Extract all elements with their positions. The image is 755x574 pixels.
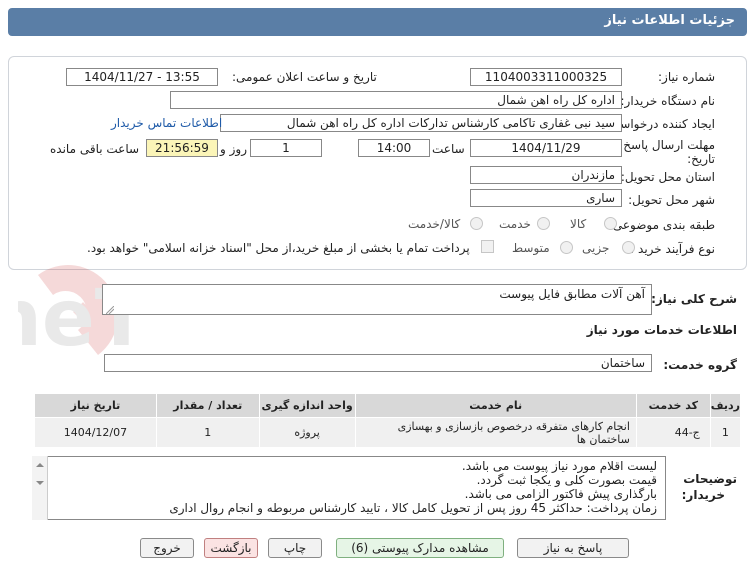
service-group-field: ساختمان <box>104 354 652 372</box>
column-header-date: تاریخ نیاز <box>34 393 157 418</box>
back-button[interactable]: بازگشت <box>204 538 258 558</box>
category-service-label: خدمت <box>499 217 531 231</box>
days-remaining-field: 1 <box>250 139 322 157</box>
need-info-panel <box>8 56 747 270</box>
column-header-code: کد خدمت <box>635 393 711 418</box>
city-label: شهر محل تحویل: <box>628 193 715 207</box>
cell-service-name: انجام کارهای متفرقه درخصوص بازسازی و بهس… <box>354 417 637 448</box>
cell-quantity: 1 <box>155 417 260 448</box>
summary-label: شرح کلی نیاز: <box>651 292 737 306</box>
need-number-label: شماره نیاز: <box>658 70 715 84</box>
buyer-notes-scrollbar[interactable] <box>32 456 48 520</box>
buyer-notes-field[interactable]: لیست اقلام مورد نیاز پیوست می باشد. قیمت… <box>32 456 666 520</box>
service-group-label: گروه خدمت: <box>663 358 737 372</box>
buyer-notes-label-2: خریدار: <box>681 488 725 502</box>
remaining-time-field: 21:56:59 <box>146 139 218 157</box>
category-service-radio[interactable] <box>537 217 550 230</box>
column-header-name: نام خدمت <box>354 393 637 418</box>
buyer-note-line: قیمت بصورت کلی و یکجا ثبت گردد. <box>476 473 657 487</box>
cell-row-number: 1 <box>709 417 742 448</box>
purchase-type-label: نوع فرآیند خرید : <box>630 242 715 256</box>
purchase-minor-label: جزیی <box>582 241 610 255</box>
remaining-label: ساعت باقی مانده <box>50 142 140 156</box>
category-label: طبقه بندی موضوعی: <box>608 218 715 232</box>
deadline-time-field: 14:00 <box>358 139 430 157</box>
page-header: جزئیات اطلاعات نیاز <box>0 0 755 40</box>
resize-handle-icon[interactable] <box>106 306 114 314</box>
table-header-row: ردیف کد خدمت نام خدمت واحد اندازه گیری ت… <box>34 393 742 418</box>
province-label: استان محل تحویل: <box>620 170 715 184</box>
buyer-org-field: اداره کل راه اهن شمال <box>170 91 622 109</box>
buyer-org-label: نام دستگاه خریدار: <box>620 94 716 108</box>
category-goods-service-label: کالا/خدمت <box>408 217 461 231</box>
column-header-unit: واحد اندازه گیری <box>258 393 356 418</box>
header-bar: جزئیات اطلاعات نیاز <box>8 8 747 36</box>
cell-date: 1404/12/07 <box>34 417 157 448</box>
reply-button[interactable]: پاسخ به نیاز <box>517 538 629 558</box>
column-header-row-number: ردیف <box>709 393 742 418</box>
category-goods-service-radio[interactable] <box>470 217 483 230</box>
deadline-label: مهلت ارسال پاسخ: تا <box>608 138 715 152</box>
table-row: 1 ج-44 انجام کارهای متفرقه درخصوص بازساز… <box>34 417 742 448</box>
view-attachments-button[interactable]: مشاهده مدارک پیوستی (6) <box>336 538 504 558</box>
cell-unit: پروژه <box>258 417 356 448</box>
scroll-up-icon[interactable] <box>33 460 47 470</box>
buyer-note-line: زمان پرداخت: حداکثر 45 روز پس از تحویل ک… <box>169 501 657 515</box>
buyer-contact-link[interactable]: اطلاعات تماس خریدار <box>111 116 222 130</box>
treasury-payment-checkbox[interactable] <box>481 240 494 253</box>
cell-code: ج-44 <box>635 417 711 448</box>
services-table: ردیف کد خدمت نام خدمت واحد اندازه گیری ت… <box>34 393 742 448</box>
time-label: ساعت <box>432 142 465 156</box>
buyer-note-line: لیست اقلام مورد نیاز پیوست می باشد. <box>461 459 657 473</box>
announce-label: تاریخ و ساعت اعلان عمومی: <box>232 70 377 84</box>
scroll-down-icon[interactable] <box>33 478 47 488</box>
buyer-note-line: بارگذاری پیش فاکتور الزامی می باشد. <box>464 487 657 501</box>
category-goods-radio[interactable] <box>604 217 617 230</box>
buyer-notes-label: توضیحات <box>683 472 737 486</box>
summary-field: آهن آلات مطابق فایل پیوست <box>102 284 652 315</box>
services-section-title: اطلاعات خدمات مورد نیاز <box>586 323 737 337</box>
days-label: روز و <box>220 142 247 156</box>
category-goods-label: کالا <box>570 217 587 231</box>
purchase-minor-radio[interactable] <box>622 241 635 254</box>
announce-datetime-field: 1404/11/27 - 13:55 <box>66 68 218 86</box>
exit-button[interactable]: خروج <box>140 538 194 558</box>
column-header-quantity: تعداد / مقدار <box>155 393 260 418</box>
deadline-date-field: 1404/11/29 <box>470 139 622 157</box>
print-button[interactable]: چاپ <box>268 538 322 558</box>
creator-field: سید نبی غفاری تاکامی کارشناس تدارکات ادا… <box>220 114 622 132</box>
payment-note: پرداخت تمام یا بخشی از مبلغ خرید،از محل … <box>87 241 470 255</box>
province-field: مازندران <box>470 166 622 184</box>
page-title: جزئیات اطلاعات نیاز <box>604 13 735 28</box>
deadline-date-label: تاریخ: <box>687 152 715 166</box>
city-field: ساری <box>470 189 622 207</box>
purchase-medium-label: متوسط <box>512 241 550 255</box>
purchase-medium-radio[interactable] <box>560 241 573 254</box>
need-number-field: 1104003311000325 <box>470 68 622 86</box>
